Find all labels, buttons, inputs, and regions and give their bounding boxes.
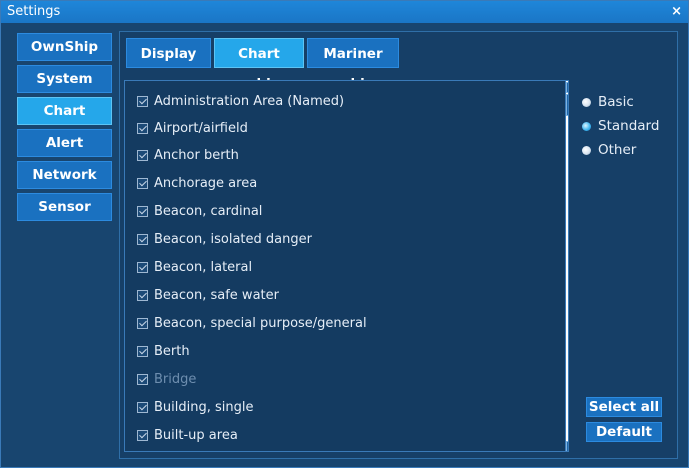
list-item[interactable]: Berth [137,341,190,361]
list-item-label: Beacon, special purpose/general [154,315,367,331]
checkbox[interactable] [137,429,148,441]
nav-item-alert[interactable]: Alert [17,129,112,157]
close-icon[interactable]: × [671,1,682,23]
list-item-label: Beacon, lateral [154,259,253,275]
list-item[interactable]: Building, single [137,397,254,417]
list-item[interactable]: Beacon, lateral [137,257,252,277]
list-item[interactable]: Beacon, safe water [137,285,279,305]
radio-basic[interactable]: Basic [582,90,659,114]
list-item[interactable]: Beacon, special purpose/general [137,313,367,333]
chart-settings-panel: Display Chart obj Mariner obj Administra… [119,31,678,459]
checkbox[interactable] [137,233,148,245]
chart-object-list: Administration Area (Named) Airport/airf… [124,80,569,452]
list-item[interactable]: Beacon, cardinal [137,201,262,221]
settings-nav: OwnShip System Chart Alert Network Senso… [17,33,112,225]
radio-icon[interactable] [582,97,591,107]
list-item-label: Anchorage area [154,175,258,191]
radio-selected-icon[interactable] [582,121,591,131]
radio-label: Standard [598,118,660,134]
list-item-label: Beacon, isolated danger [154,231,312,247]
list-item-label: Airport/airfield [154,120,248,136]
title-bar: Settings × [1,1,688,23]
list-item[interactable]: Anchorage area [137,173,257,193]
checkbox [137,373,148,385]
list-item-label: Bridge [154,371,197,387]
list-item-label: Built-up area [154,427,238,443]
scroll-thumb[interactable] [566,94,568,116]
checkbox[interactable] [137,122,148,134]
radio-label: Basic [598,94,634,110]
window-title: Settings [7,4,61,19]
radio-label: Other [598,142,637,158]
select-all-button[interactable]: Select all [586,397,662,417]
tab-mariner-obj[interactable]: Mariner obj [307,38,399,92]
nav-item-ownship[interactable]: OwnShip [17,33,112,61]
checkbox[interactable] [137,317,148,329]
checkbox[interactable] [137,261,148,273]
settings-window: Settings × OwnShip System Chart Alert Ne… [0,0,689,468]
checkbox[interactable] [137,289,148,301]
list-item-label: Beacon, safe water [154,287,279,303]
radio-icon[interactable] [582,145,591,155]
checkbox[interactable] [137,95,148,107]
list-item[interactable]: Anchor berth [137,145,239,165]
list-item-label: Beacon, cardinal [154,203,263,219]
scroll-down-icon[interactable] [566,441,568,451]
nav-item-network[interactable]: Network [17,161,112,189]
tab-bar: Display Chart obj Mariner obj [126,38,399,92]
tab-chart-obj[interactable]: Chart obj [214,38,304,92]
list-item[interactable]: Administration Area (Named) [137,91,344,111]
nav-item-chart[interactable]: Chart [17,97,112,125]
checkbox[interactable] [137,401,148,413]
default-button[interactable]: Default [586,422,662,442]
list-item-label: Building, single [154,399,254,415]
list-item: Bridge [137,369,196,389]
display-category-group: Basic Standard Other [582,90,659,162]
checkbox[interactable] [137,205,148,217]
checkbox[interactable] [137,345,148,357]
list-item-label: Anchor berth [154,147,239,163]
checkbox[interactable] [137,149,148,161]
nav-item-system[interactable]: System [17,65,112,93]
scroll-up-icon[interactable] [566,82,568,93]
list-item-label: Berth [154,343,190,359]
nav-item-sensor[interactable]: Sensor [17,193,112,221]
checkbox[interactable] [137,177,148,189]
list-item-label: Administration Area (Named) [154,93,345,109]
radio-standard[interactable]: Standard [582,114,659,138]
tab-display[interactable]: Display [126,38,211,68]
radio-other[interactable]: Other [582,138,659,162]
list-item[interactable]: Airport/airfield [137,118,248,138]
list-item[interactable]: Beacon, isolated danger [137,229,312,249]
list-item[interactable]: Built-up area [137,425,238,445]
list-scrollbar[interactable] [565,81,568,451]
